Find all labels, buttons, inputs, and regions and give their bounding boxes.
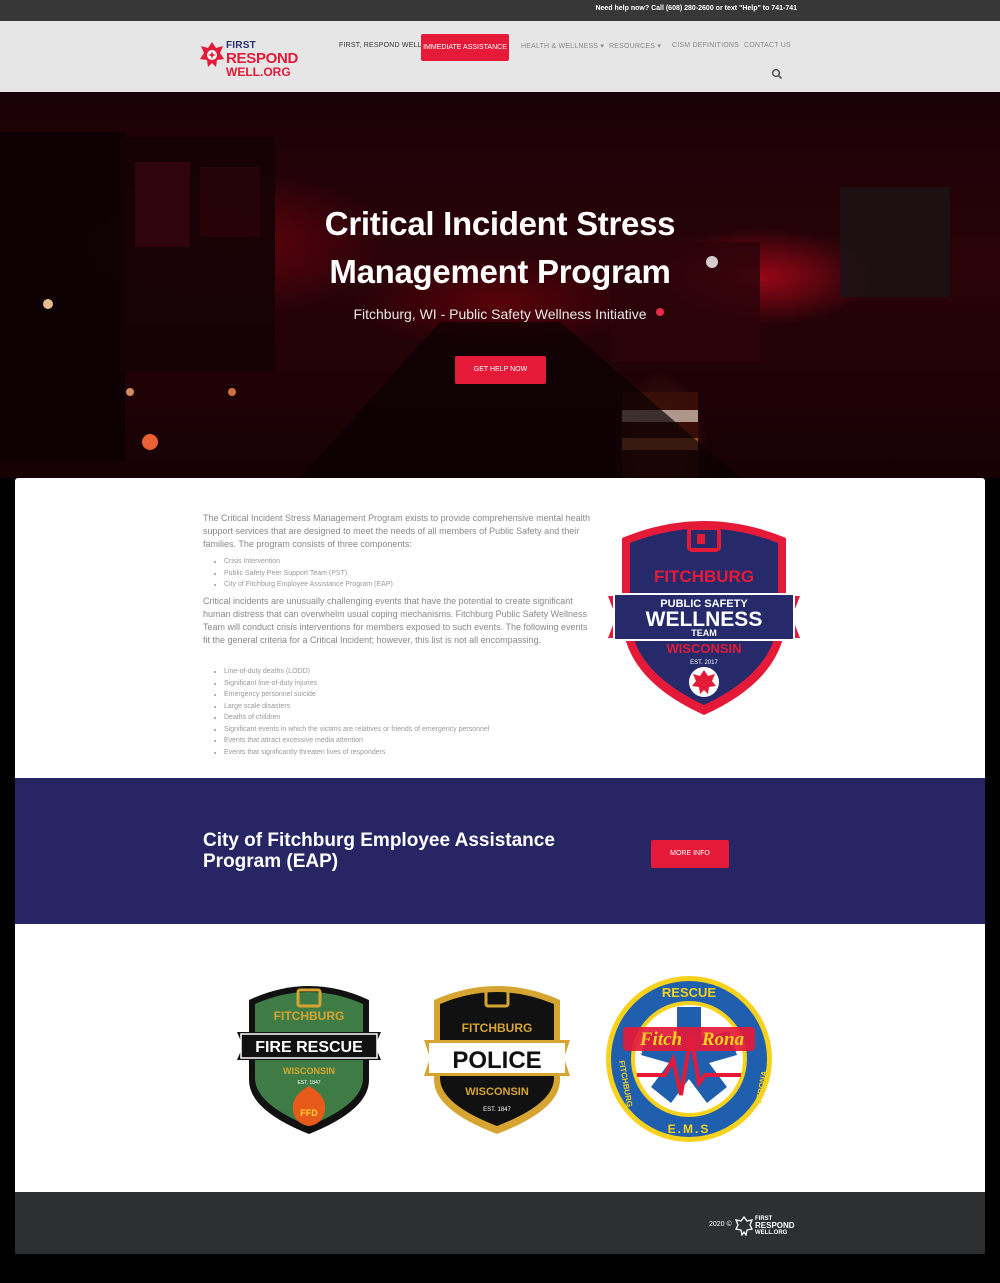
eap-title-line1: City of Fitchburg Employee Assistance: [203, 830, 555, 851]
footer-logo-wellorg: WELL.ORG: [755, 1230, 788, 1236]
footer-maltese-cross-icon: [735, 1216, 753, 1236]
list-item: Public Safety Peer Support Team (PST): [224, 568, 393, 580]
hero-banner: Critical Incident Stress Management Prog…: [0, 92, 1000, 478]
wellness-badge-est: EST. 2017: [690, 660, 718, 666]
police-badge-state: WISCONSIN: [465, 1086, 529, 1098]
police-badge: FITCHBURG POLICE WISCONSIN EST. 1847: [424, 986, 570, 1134]
eap-title-line2: Program (EAP): [203, 851, 339, 872]
site-logo[interactable]: FIRST RESPOND WELL.ORG: [199, 40, 324, 81]
caret-down-icon: ▾: [600, 43, 605, 50]
fire-badge-est: EST. 1847: [297, 1080, 320, 1086]
nav-resources-label: RESOURCES: [609, 43, 656, 50]
fitch-rona-ems-badge: Fitch Rona RESCUE E.M.S FITCHBURG VERONA: [606, 976, 772, 1142]
nav-resources[interactable]: RESOURCES ▾: [609, 42, 661, 50]
fire-badge-state: WISCONSIN: [283, 1066, 335, 1076]
logo-line-respond: RESPOND: [226, 50, 299, 67]
logo-line-wellorg: WELL.ORG: [226, 65, 291, 79]
list-item: Crisis Intervention: [224, 556, 393, 568]
list-item: Large scale disasters: [224, 701, 489, 713]
list-item: Significant line-of-duty injuries: [224, 678, 489, 690]
list-item: Significant events in which the victims …: [224, 724, 489, 736]
fire-badge-main: FIRE RESCUE: [255, 1039, 363, 1056]
wellness-badge-top-text: FITCHBURG: [654, 567, 754, 586]
wellness-badge-wisconsin: WISCONSIN: [666, 641, 741, 656]
nav-health-wellness-label: HEALTH & WELLNESS: [521, 43, 599, 50]
list-item: Emergency personnel suicide: [224, 689, 489, 701]
police-badge-main: POLICE: [452, 1047, 541, 1074]
hero-title-line1: Critical Incident Stress: [324, 205, 676, 242]
police-badge-top: FITCHBURG: [462, 1021, 533, 1035]
top-help-bar: Need help now? Call (608) 280-2600 or te…: [0, 0, 1000, 21]
eap-section: City of Fitchburg Employee Assistance Pr…: [15, 778, 985, 924]
ems-badge-rona: Rona: [701, 1029, 745, 1050]
list-item: Line-of-duty deaths (LODD): [224, 666, 489, 678]
search-icon[interactable]: [771, 68, 783, 80]
fire-badge-top: FITCHBURG: [274, 1009, 345, 1023]
immediate-assistance-button[interactable]: IMMEDIATE ASSISTANCE: [421, 34, 509, 61]
department-badges-section: FITCHBURG FIRE RESCUE WISCONSIN EST. 184…: [15, 924, 985, 1192]
ems-badge-ems: E.M.S: [668, 1122, 711, 1136]
main-navbar: FIRST RESPOND WELL.ORG FIRST, RESPOND WE…: [0, 21, 1000, 92]
program-overview-section: The Critical Incident Stress Management …: [15, 478, 985, 778]
nav-first-respond-well[interactable]: FIRST, RESPOND WELL: [339, 42, 422, 49]
help-hotline-text: Need help now? Call (608) 280-2600 or te…: [595, 5, 797, 12]
list-item: Events that significantly threaten lives…: [224, 747, 489, 759]
hero-title: Critical Incident Stress Management Prog…: [0, 200, 1000, 296]
list-item: Events that attract excessive media atte…: [224, 735, 489, 747]
hero-subtitle: Fitchburg, WI - Public Safety Wellness I…: [353, 306, 647, 322]
ems-badge-rescue: RESCUE: [662, 985, 717, 1000]
fire-rescue-badge: FITCHBURG FIRE RESCUE WISCONSIN EST. 184…: [237, 986, 381, 1134]
caret-down-icon: ▾: [657, 43, 662, 50]
events-list: Line-of-duty deaths (LODD) Significant l…: [224, 666, 489, 758]
critical-incident-paragraph: Critical incidents are unusually challen…: [203, 596, 588, 645]
nav-cism-definitions[interactable]: CISM DEFINITIONS: [672, 42, 739, 49]
eap-title: City of Fitchburg Employee Assistance Pr…: [203, 830, 583, 872]
intro-paragraph: The Critical Incident Stress Management …: [203, 513, 591, 549]
list-item: City of Fitchburg Employee Assistance Pr…: [224, 579, 393, 591]
wellness-team-badge: FITCHBURG PUBLIC SAFETY WELLNESS TEAM WI…: [608, 521, 800, 715]
footer-logo-respond: RESPOND: [755, 1221, 795, 1230]
site-footer: 2020 © FIRST RESPOND WELL.ORG: [15, 1192, 985, 1254]
maltese-cross-icon: [200, 42, 224, 67]
police-badge-est: EST. 1847: [483, 1107, 511, 1113]
get-help-now-button[interactable]: GET HELP NOW: [455, 356, 546, 384]
components-list: Crisis Intervention Public Safety Peer S…: [224, 556, 393, 591]
fire-badge-mark: FFD: [300, 1108, 318, 1118]
ems-badge-fitch: Fitch: [639, 1029, 682, 1050]
wellness-badge-team: TEAM: [691, 628, 717, 638]
more-info-button[interactable]: MORE INFO: [651, 840, 729, 868]
hero-title-line2: Management Program: [329, 253, 671, 290]
nav-contact-us[interactable]: CONTACT US: [744, 42, 791, 49]
list-item: Deaths of children: [224, 712, 489, 724]
footer-copyright: 2020 ©: [709, 1221, 732, 1228]
nav-health-wellness[interactable]: HEALTH & WELLNESS ▾: [521, 42, 604, 50]
